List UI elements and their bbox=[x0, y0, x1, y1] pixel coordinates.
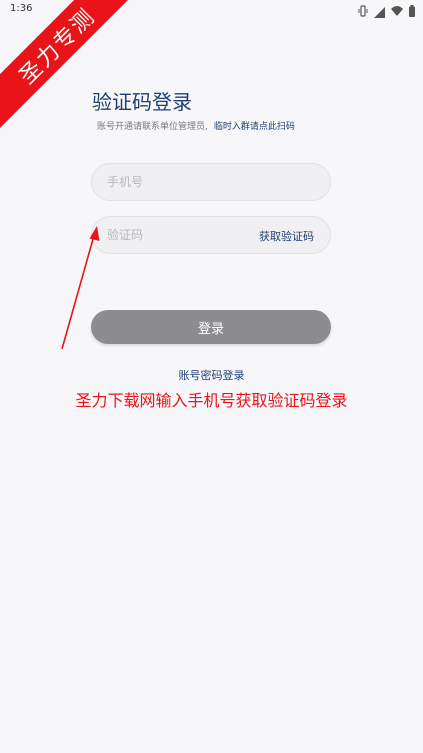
login-button[interactable]: 登录 bbox=[91, 310, 331, 344]
code-field[interactable]: 获取验证码 bbox=[91, 216, 331, 254]
page-title: 验证码登录 bbox=[92, 90, 192, 114]
phone-field[interactable] bbox=[91, 163, 331, 201]
get-code-button[interactable]: 获取验证码 bbox=[259, 228, 314, 244]
phone-input[interactable] bbox=[107, 164, 247, 200]
signal-icon bbox=[374, 3, 385, 18]
subtitle-text: 账号开通请联系单位管理员, bbox=[97, 122, 208, 132]
password-login-link[interactable]: 账号密码登录 bbox=[0, 367, 423, 383]
status-time: 1:36 bbox=[10, 3, 33, 14]
code-input[interactable] bbox=[107, 217, 247, 253]
battery-icon bbox=[409, 2, 415, 17]
vibrate-icon bbox=[358, 2, 368, 17]
scan-qr-link[interactable]: 临时入群请点此扫码 bbox=[214, 122, 295, 132]
status-icons bbox=[358, 2, 415, 18]
page-subtitle: 账号开通请联系单位管理员, 临时入群请点此扫码 bbox=[97, 119, 295, 132]
wifi-icon bbox=[391, 2, 403, 16]
annotation-text: 圣力下载网输入手机号获取验证码登录 bbox=[75, 391, 348, 410]
